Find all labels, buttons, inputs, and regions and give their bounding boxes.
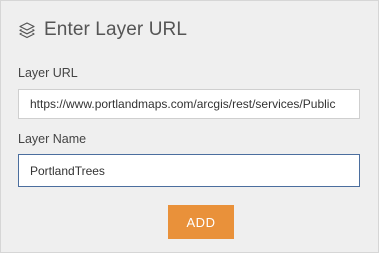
layers-icon — [18, 21, 36, 39]
layer-url-input[interactable] — [18, 89, 360, 119]
enter-layer-url-panel: Enter Layer URL Layer URL Layer Name ADD — [0, 0, 379, 253]
add-button[interactable]: ADD — [168, 205, 234, 239]
layer-name-input[interactable] — [18, 154, 360, 187]
layer-name-label: Layer Name — [18, 132, 87, 146]
panel-header: Enter Layer URL — [18, 19, 187, 41]
layer-url-label: Layer URL — [18, 66, 78, 80]
panel-title: Enter Layer URL — [44, 19, 188, 40]
